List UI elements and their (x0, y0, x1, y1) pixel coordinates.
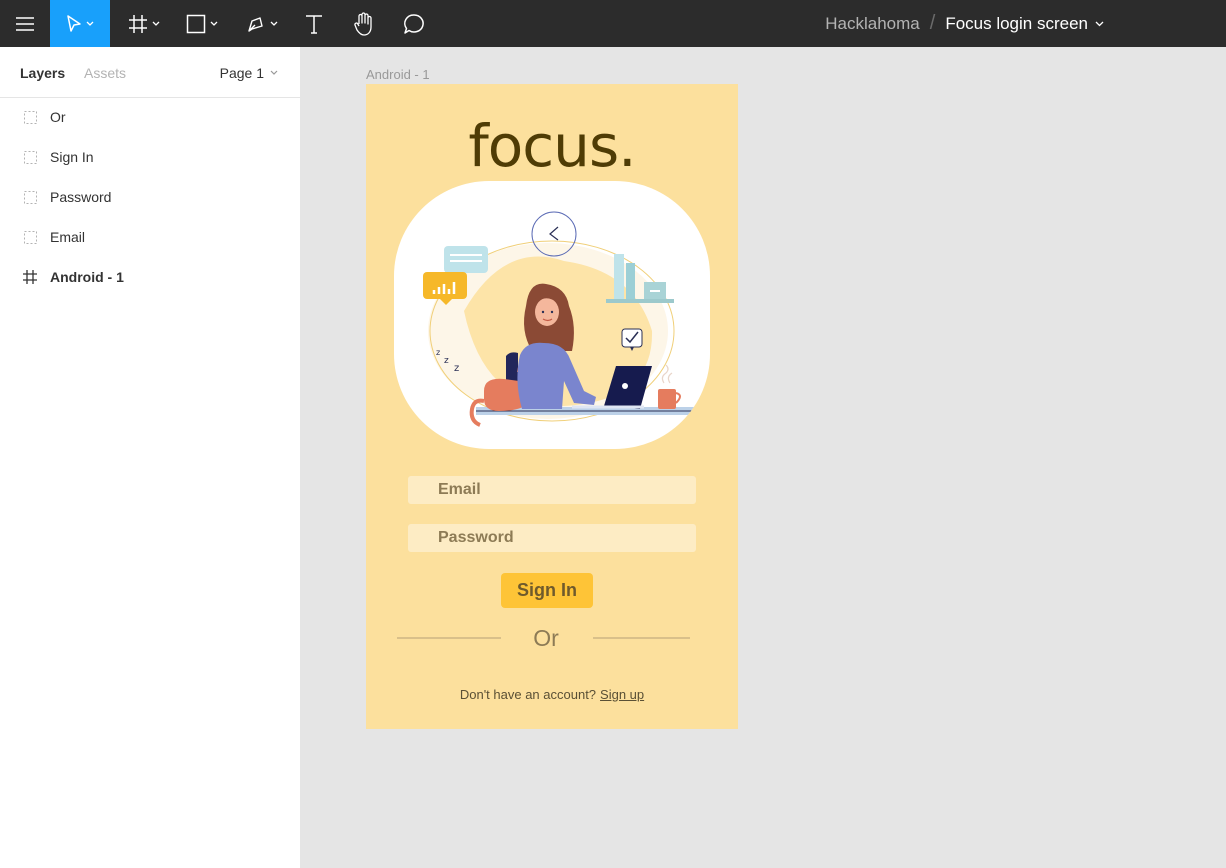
svg-text:z: z (444, 356, 449, 366)
app-logo: focus. (468, 112, 636, 180)
hand-tool-button[interactable] (346, 0, 382, 47)
breadcrumb-separator: / (929, 12, 936, 34)
move-tool-button[interactable] (50, 0, 110, 47)
chevron-down-icon (270, 21, 278, 26)
layer-label: Android - 1 (50, 269, 124, 285)
sign-up-link[interactable]: Sign up (600, 687, 644, 702)
layer-item-sign-in[interactable]: Sign In (0, 137, 300, 177)
project-name[interactable]: Hacklahoma (825, 14, 920, 34)
group-icon (22, 109, 38, 125)
chevron-down-icon (86, 21, 94, 26)
layer-item-or[interactable]: Or (0, 97, 300, 137)
password-field[interactable]: Password (408, 524, 696, 552)
frame-tool-icon (129, 14, 147, 33)
move-tool-icon (67, 14, 81, 32)
divider (593, 637, 690, 639)
text-tool-button[interactable] (296, 0, 332, 47)
frame-icon (22, 269, 38, 285)
tab-assets[interactable]: Assets (84, 65, 126, 81)
divider (397, 637, 501, 639)
text-tool-icon (306, 14, 322, 34)
group-icon (22, 189, 38, 205)
layer-label: Sign In (50, 149, 94, 165)
pen-tool-icon (248, 16, 263, 32)
layer-item-email[interactable]: Email (0, 217, 300, 257)
or-separator: Or (533, 625, 559, 651)
comment-tool-icon (404, 13, 424, 34)
panel-header: Layers Assets Page 1 (0, 47, 300, 98)
chevron-down-icon[interactable] (1095, 21, 1104, 27)
svg-text:z: z (454, 363, 459, 374)
group-icon (22, 149, 38, 165)
signup-prompt: Don't have an account? Sign up (366, 687, 738, 702)
layer-label: Password (50, 189, 112, 205)
breadcrumb: Hacklahoma / Focus login screen (825, 0, 1104, 47)
toolbar: Hacklahoma / Focus login screen (0, 0, 1226, 47)
layer-label: Or (50, 109, 66, 125)
group-icon (22, 229, 38, 245)
page-selector[interactable]: Page 1 (220, 65, 278, 81)
file-name[interactable]: Focus login screen (945, 14, 1088, 34)
email-field[interactable]: Email (408, 476, 696, 504)
tab-layers[interactable]: Layers (20, 65, 65, 81)
pen-tool-button[interactable] (236, 0, 288, 47)
hero-illustration: z z z (394, 181, 710, 449)
chevron-down-icon (210, 21, 218, 26)
android-frame[interactable]: focus. z z z Email Password Sign In Or D… (366, 84, 738, 729)
hand-tool-icon (354, 11, 372, 36)
menu-icon (16, 16, 34, 31)
menu-button[interactable] (0, 0, 50, 47)
layer-item-android-1[interactable]: Android - 1 (0, 257, 300, 297)
layer-label: Email (50, 229, 86, 245)
svg-text:z: z (436, 348, 440, 357)
chevron-down-icon (270, 70, 278, 75)
layers-panel: Layers Assets Page 1 Or Sign In Password… (0, 47, 300, 868)
sign-in-button[interactable]: Sign In (501, 573, 593, 608)
comment-tool-button[interactable] (396, 0, 432, 47)
frame-label[interactable]: Android - 1 (366, 67, 430, 82)
chevron-down-icon (152, 21, 160, 26)
layer-item-password[interactable]: Password (0, 177, 300, 217)
signup-prompt-text: Don't have an account? (459, 687, 597, 702)
shape-tool-button[interactable] (176, 0, 228, 47)
page-selector-label: Page 1 (219, 65, 264, 81)
shape-tool-icon (186, 14, 206, 33)
frame-tool-button[interactable] (118, 0, 170, 47)
